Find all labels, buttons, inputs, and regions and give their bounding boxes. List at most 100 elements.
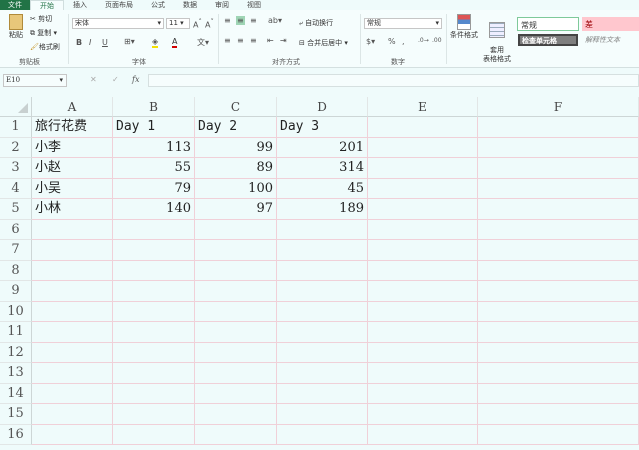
style-explanatory[interactable]: 解释性文本 [585, 35, 620, 45]
row-header-11[interactable]: 11 [0, 322, 32, 343]
cell-A4[interactable]: 小吴 [32, 178, 113, 199]
tab-file[interactable]: 文件 [0, 0, 30, 10]
row-header-16[interactable]: 16 [0, 424, 32, 445]
select-all-button[interactable] [0, 97, 32, 117]
cell-D12[interactable] [277, 342, 368, 363]
row-header-2[interactable]: 2 [0, 137, 32, 158]
cell-C14[interactable] [195, 383, 277, 404]
cell-E9[interactable] [368, 281, 478, 302]
cell-D6[interactable] [277, 219, 368, 240]
cell-C5[interactable]: 97 [195, 199, 277, 220]
cell-D11[interactable] [277, 322, 368, 343]
align-top-icon[interactable]: ≡ [224, 16, 231, 25]
cell-C7[interactable] [195, 240, 277, 261]
cell-B10[interactable] [113, 301, 195, 322]
cell-B13[interactable] [113, 363, 195, 384]
cell-B11[interactable] [113, 322, 195, 343]
cell-A12[interactable] [32, 342, 113, 363]
cell-F11[interactable] [478, 322, 639, 343]
cell-C11[interactable] [195, 322, 277, 343]
cell-A6[interactable] [32, 219, 113, 240]
format-painter-button[interactable]: 🖌格式刷 [30, 42, 60, 52]
cancel-icon[interactable]: ✕ [90, 75, 97, 84]
cell-D7[interactable] [277, 240, 368, 261]
cell-A13[interactable] [32, 363, 113, 384]
cell-F10[interactable] [478, 301, 639, 322]
cell-D16[interactable] [277, 424, 368, 445]
cell-D14[interactable] [277, 383, 368, 404]
cell-B7[interactable] [113, 240, 195, 261]
cell-C12[interactable] [195, 342, 277, 363]
decrease-decimal-icon[interactable]: .00 [432, 37, 442, 44]
indent-decrease-icon[interactable]: ⇤ [267, 36, 274, 45]
tab-formulas[interactable]: 公式 [142, 0, 174, 10]
cell-B9[interactable] [113, 281, 195, 302]
cell-F15[interactable] [478, 404, 639, 425]
row-header-6[interactable]: 6 [0, 219, 32, 240]
number-format-select[interactable]: 常规 ▾ [364, 18, 442, 29]
cell-A7[interactable] [32, 240, 113, 261]
decrease-font-icon[interactable]: A˅ [205, 18, 214, 30]
row-header-7[interactable]: 7 [0, 240, 32, 261]
cell-C9[interactable] [195, 281, 277, 302]
align-center-icon[interactable]: ≡ [237, 36, 244, 45]
row-header-12[interactable]: 12 [0, 342, 32, 363]
cell-E13[interactable] [368, 363, 478, 384]
column-header-A[interactable]: A [32, 97, 113, 117]
cell-F14[interactable] [478, 383, 639, 404]
cell-E1[interactable] [368, 117, 478, 138]
tab-page-layout[interactable]: 页面布局 [96, 0, 142, 10]
cell-E3[interactable] [368, 158, 478, 179]
row-header-14[interactable]: 14 [0, 383, 32, 404]
cell-B2[interactable]: 113 [113, 137, 195, 158]
indent-increase-icon[interactable]: ⇥ [280, 36, 287, 45]
cell-C6[interactable] [195, 219, 277, 240]
cell-D9[interactable] [277, 281, 368, 302]
cell-C8[interactable] [195, 260, 277, 281]
italic-button[interactable]: I [89, 38, 91, 47]
cell-B12[interactable] [113, 342, 195, 363]
cell-B15[interactable] [113, 404, 195, 425]
column-header-C[interactable]: C [195, 97, 277, 117]
cell-F5[interactable] [478, 199, 639, 220]
cell-D3[interactable]: 314 [277, 158, 368, 179]
cell-B6[interactable] [113, 219, 195, 240]
cell-E7[interactable] [368, 240, 478, 261]
cell-F2[interactable] [478, 137, 639, 158]
cell-D13[interactable] [277, 363, 368, 384]
row-header-13[interactable]: 13 [0, 363, 32, 384]
merge-center-button[interactable]: ⊟ 合并后居中 ▾ [299, 38, 348, 48]
cell-F8[interactable] [478, 260, 639, 281]
insert-function-button[interactable]: fx [132, 75, 139, 84]
cut-button[interactable]: ✂ 剪切 [30, 14, 52, 24]
cell-A10[interactable] [32, 301, 113, 322]
row-header-3[interactable]: 3 [0, 158, 32, 179]
row-header-10[interactable]: 10 [0, 301, 32, 322]
formula-input[interactable] [148, 74, 639, 87]
conditional-format-button[interactable]: 条件格式 [450, 14, 478, 40]
cell-D5[interactable]: 189 [277, 199, 368, 220]
cell-D8[interactable] [277, 260, 368, 281]
font-size-select[interactable]: 11 ▾ [166, 18, 190, 29]
row-header-4[interactable]: 4 [0, 178, 32, 199]
align-bottom-icon[interactable]: ≡ [250, 16, 257, 25]
cell-D4[interactable]: 45 [277, 178, 368, 199]
cell-C4[interactable]: 100 [195, 178, 277, 199]
cell-B14[interactable] [113, 383, 195, 404]
paste-button[interactable]: 粘贴 [6, 14, 26, 40]
cell-A5[interactable]: 小林 [32, 199, 113, 220]
cell-F13[interactable] [478, 363, 639, 384]
cell-E5[interactable] [368, 199, 478, 220]
cell-B3[interactable]: 55 [113, 158, 195, 179]
font-name-select[interactable]: 宋体 ▾ [72, 18, 164, 29]
cell-C16[interactable] [195, 424, 277, 445]
underline-button[interactable]: U [102, 38, 108, 47]
font-color-icon[interactable]: A [172, 37, 178, 48]
cell-F7[interactable] [478, 240, 639, 261]
enter-icon[interactable]: ✓ [112, 75, 119, 84]
cell-E6[interactable] [368, 219, 478, 240]
increase-decimal-icon[interactable]: .0→ [418, 37, 429, 44]
cell-F16[interactable] [478, 424, 639, 445]
orientation-icon[interactable]: ab▾ [268, 16, 282, 25]
style-check-cell[interactable]: 检查单元格 [518, 34, 578, 46]
